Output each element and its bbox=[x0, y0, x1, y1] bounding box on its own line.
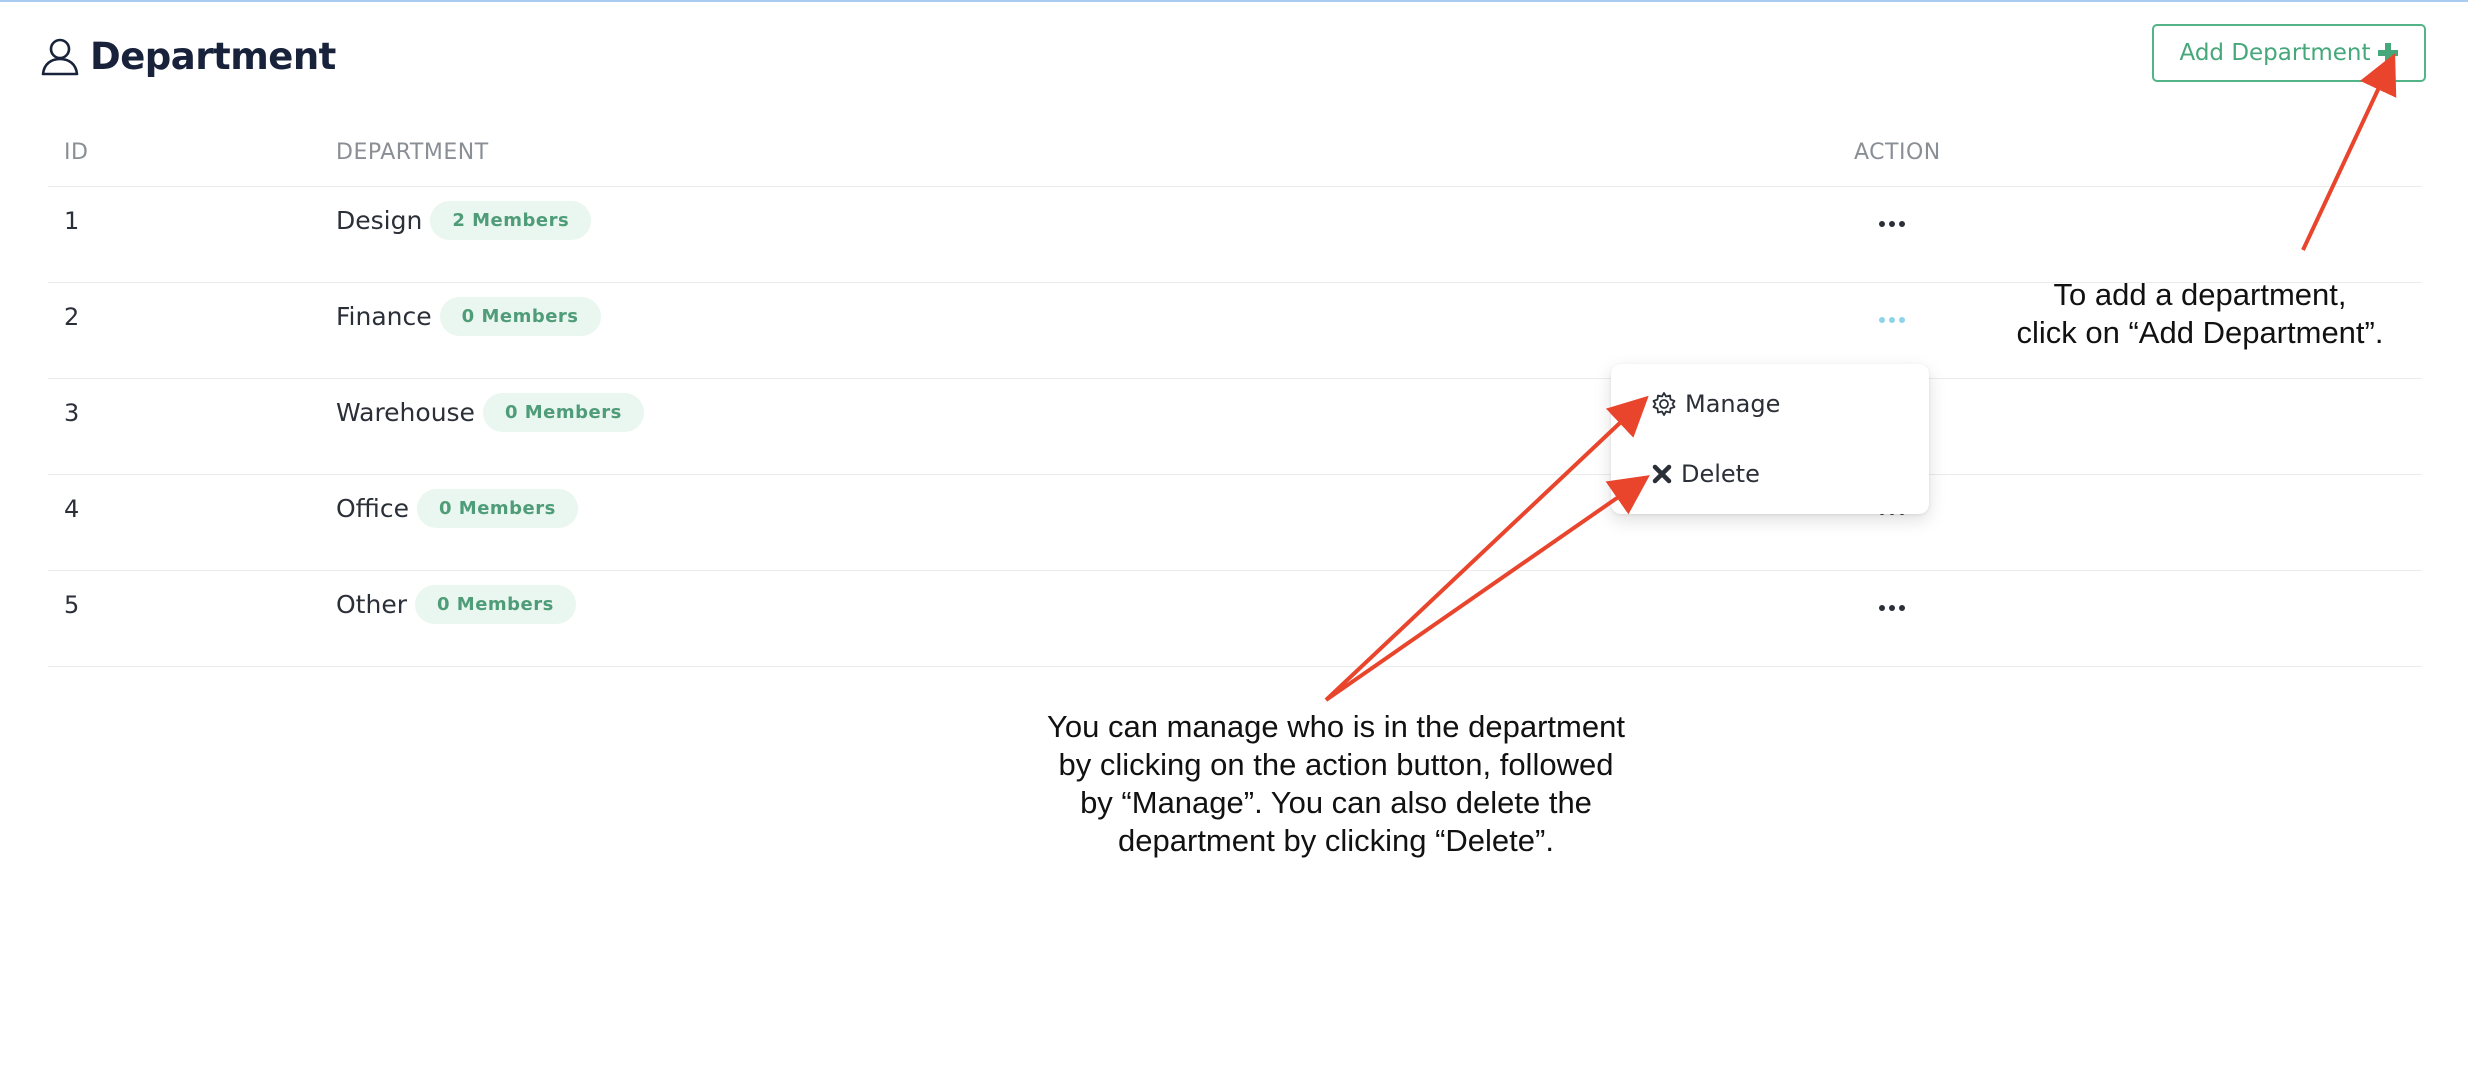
table-row: 3 Warehouse 0 Members bbox=[48, 379, 2422, 475]
page-header: Department bbox=[40, 30, 336, 82]
table-row: 5 Other 0 Members bbox=[48, 571, 2422, 667]
department-name: Other bbox=[336, 590, 407, 619]
table-header: ID DEPARTMENT ACTION bbox=[48, 130, 2422, 187]
action-dropdown-menu: Manage Delete bbox=[1611, 364, 1929, 514]
more-dots-icon bbox=[1899, 605, 1905, 611]
row-id: 2 bbox=[64, 303, 80, 331]
column-header-action: ACTION bbox=[1854, 140, 1941, 165]
row-id: 4 bbox=[64, 495, 80, 523]
page-title: Department bbox=[90, 34, 336, 78]
more-dots-icon bbox=[1879, 317, 1885, 323]
members-badge: 2 Members bbox=[430, 201, 592, 240]
delete-label: Delete bbox=[1681, 460, 1760, 488]
add-department-button[interactable]: Add Department bbox=[2152, 24, 2426, 82]
action-menu-button[interactable] bbox=[1872, 591, 1912, 625]
annotation-line: click on “Add Department”. bbox=[2016, 315, 2384, 350]
delete-menu-item[interactable]: Delete bbox=[1651, 460, 1760, 488]
user-icon bbox=[41, 38, 79, 76]
plus-icon bbox=[2377, 43, 2398, 63]
more-dots-icon bbox=[1879, 221, 1885, 227]
row-id: 5 bbox=[64, 591, 80, 619]
members-badge: 0 Members bbox=[482, 393, 644, 432]
members-badge: 0 Members bbox=[416, 489, 578, 528]
department-table: ID DEPARTMENT ACTION 1 Design 2 Members … bbox=[48, 130, 2422, 667]
more-dots-icon bbox=[1889, 605, 1895, 611]
close-icon bbox=[1652, 464, 1672, 484]
row-department: Finance 0 Members bbox=[336, 297, 601, 336]
row-id: 3 bbox=[64, 399, 80, 427]
department-name: Warehouse bbox=[336, 398, 475, 427]
manage-label: Manage bbox=[1685, 390, 1781, 418]
top-border bbox=[0, 0, 2468, 2]
more-dots-icon bbox=[1899, 221, 1905, 227]
annotation-line: department by clicking “Delete”. bbox=[1118, 823, 1554, 858]
row-department: Warehouse 0 Members bbox=[336, 393, 644, 432]
more-dots-icon bbox=[1889, 221, 1895, 227]
table-row: 4 Office 0 Members bbox=[48, 475, 2422, 571]
annotation-line: To add a department, bbox=[2053, 277, 2347, 312]
action-menu-button[interactable] bbox=[1872, 207, 1912, 241]
column-header-id: ID bbox=[64, 140, 89, 165]
members-badge: 0 Members bbox=[439, 297, 601, 336]
row-department: Other 0 Members bbox=[336, 585, 576, 624]
row-id: 1 bbox=[64, 207, 80, 235]
annotation-line: You can manage who is in the department bbox=[1047, 709, 1625, 744]
row-department: Office 0 Members bbox=[336, 489, 578, 528]
more-dots-icon bbox=[1879, 605, 1885, 611]
table-row: 1 Design 2 Members bbox=[48, 187, 2422, 283]
column-header-department: DEPARTMENT bbox=[336, 140, 489, 165]
add-department-annotation: To add a department, click on “Add Depar… bbox=[1980, 276, 2420, 352]
more-dots-icon bbox=[1899, 317, 1905, 323]
members-badge: 0 Members bbox=[414, 585, 576, 624]
action-menu-button[interactable] bbox=[1872, 303, 1912, 337]
gear-icon bbox=[1652, 392, 1676, 416]
annotation-line: by “Manage”. You can also delete the bbox=[1080, 785, 1592, 820]
row-department: Design 2 Members bbox=[336, 201, 592, 240]
department-name: Office bbox=[336, 494, 409, 523]
department-name: Design bbox=[336, 206, 423, 235]
department-name: Finance bbox=[336, 302, 432, 331]
more-dots-icon bbox=[1889, 317, 1895, 323]
annotation-line: by clicking on the action button, follow… bbox=[1058, 747, 1614, 782]
manage-annotation: You can manage who is in the department … bbox=[996, 708, 1676, 860]
add-department-label: Add Department bbox=[2179, 40, 2371, 66]
manage-menu-item[interactable]: Manage bbox=[1651, 390, 1780, 418]
